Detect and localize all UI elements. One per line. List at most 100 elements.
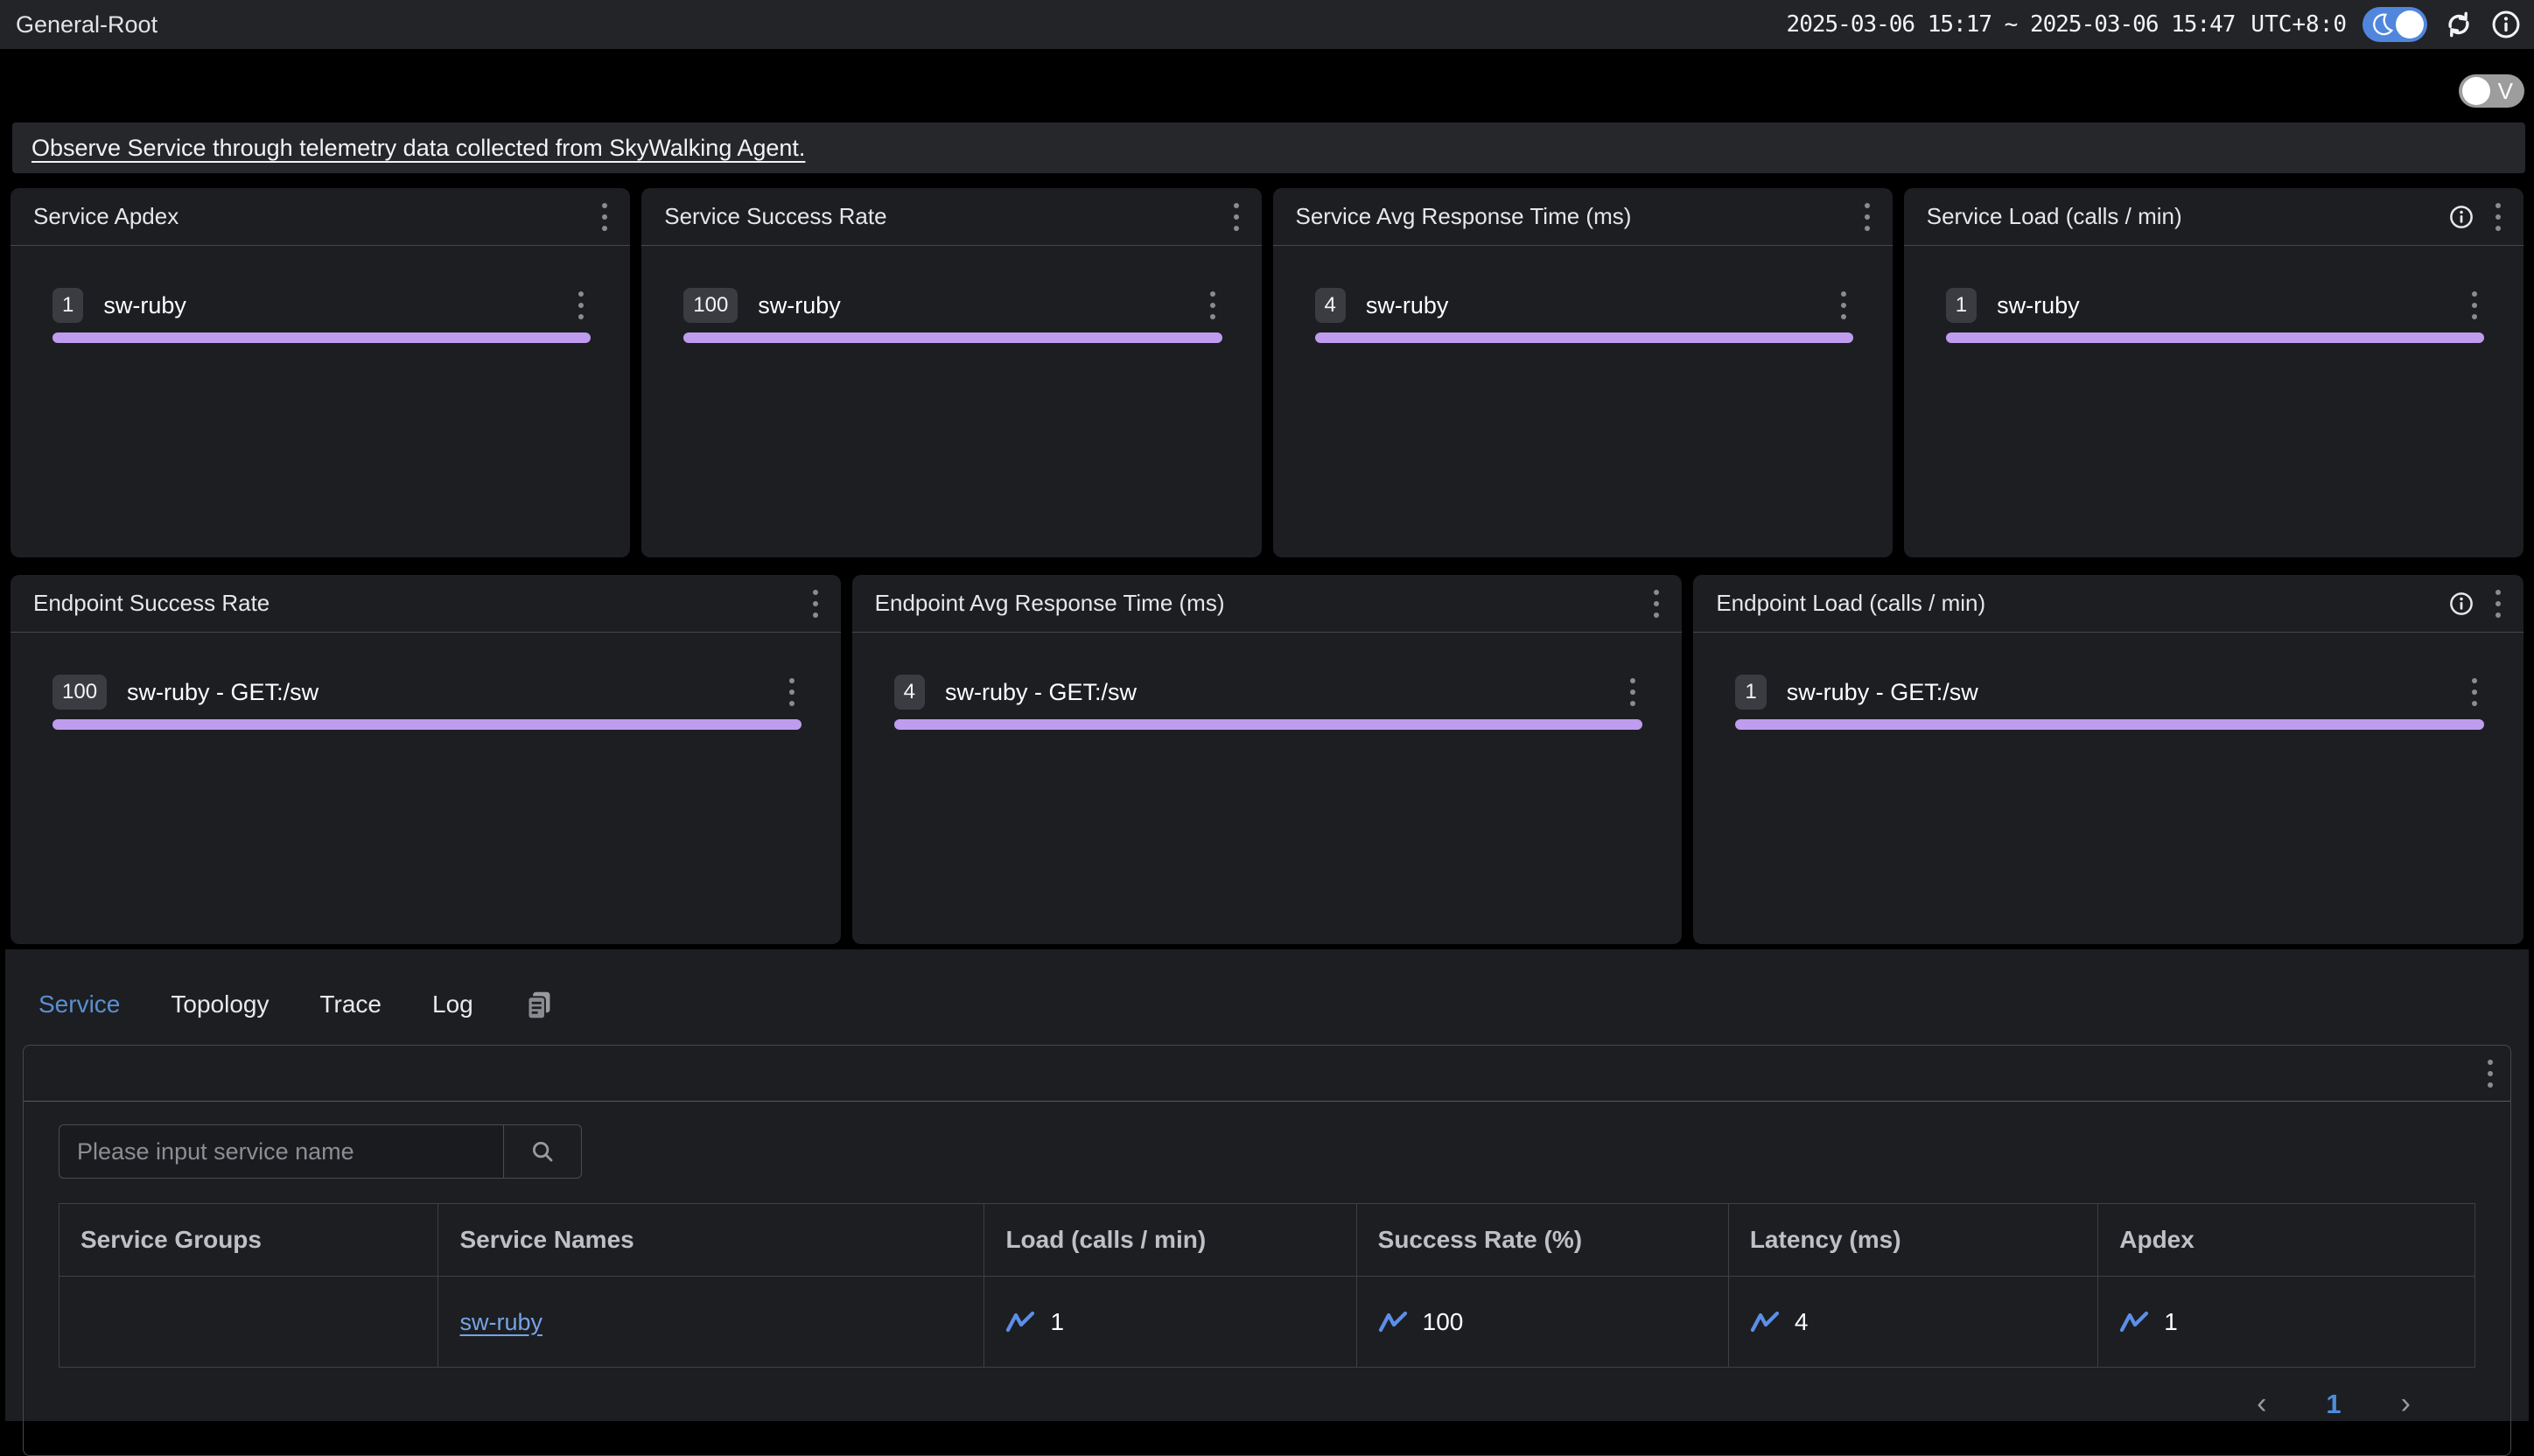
tab-topology[interactable]: Topology: [171, 990, 269, 1018]
metric-label: sw-ruby - GET:/sw: [945, 679, 1627, 706]
service-cards-row: Service Apdex 1 sw-ruby Service Success …: [10, 188, 2524, 557]
kebab-menu-icon[interactable]: [1627, 673, 1639, 711]
sparkline-icon: [1750, 1310, 1780, 1334]
service-table-panel: Service Groups Service Names Load (calls…: [23, 1045, 2511, 1456]
header-band: V: [0, 49, 2534, 122]
service-name-link[interactable]: sw-ruby: [459, 1309, 542, 1335]
tab-service[interactable]: Service: [38, 990, 120, 1018]
kebab-menu-icon[interactable]: [2492, 584, 2504, 623]
card-title: Endpoint Avg Response Time (ms): [875, 590, 1225, 617]
column-success-rate: Success Rate (%): [1356, 1204, 1728, 1277]
info-icon[interactable]: [2490, 9, 2522, 40]
tab-bar: Service Topology Trace Log: [5, 949, 2529, 1033]
kebab-menu-icon[interactable]: [2468, 673, 2481, 711]
metric-bar: [1946, 332, 2484, 343]
metric-bar: [1735, 719, 2484, 730]
card-title: Endpoint Load (calls / min): [1716, 590, 1985, 617]
card-service-success-rate: Service Success Rate 100 sw-ruby: [641, 188, 1261, 557]
column-service-groups: Service Groups: [60, 1204, 438, 1277]
card-title: Service Avg Response Time (ms): [1296, 203, 1632, 230]
pagination: ‹ 1 ›: [59, 1368, 2475, 1421]
card-title: Endpoint Success Rate: [33, 590, 270, 617]
metric-value-badge: 4: [894, 675, 925, 710]
kebab-menu-icon[interactable]: [786, 673, 798, 711]
metric-bar: [894, 719, 1643, 730]
card-service-avg-response-time: Service Avg Response Time (ms) 4 sw-ruby: [1273, 188, 1893, 557]
metric-bar: [52, 719, 802, 730]
cell-latency-value: 4: [1795, 1308, 1809, 1336]
column-apdex: Apdex: [2098, 1204, 2475, 1277]
card-title: Service Load (calls / min): [1927, 203, 2182, 230]
column-load: Load (calls / min): [984, 1204, 1356, 1277]
kebab-menu-icon[interactable]: [1838, 286, 1850, 325]
kebab-menu-icon[interactable]: [1650, 584, 1662, 623]
timezone-label: UTC+8:0: [2250, 11, 2347, 38]
card-endpoint-avg-response-time: Endpoint Avg Response Time (ms) 4 sw-rub…: [852, 575, 1683, 944]
dashboard-title: General-Root: [16, 11, 158, 38]
tab-log[interactable]: Log: [432, 990, 473, 1018]
time-range-picker[interactable]: 2025-03-06 15:17 ~ 2025-03-06 15:47: [1787, 11, 2236, 38]
metric-bar: [683, 332, 1222, 343]
endpoint-cards-row: Endpoint Success Rate 100 sw-ruby - GET:…: [10, 575, 2524, 944]
refresh-icon[interactable]: [2443, 9, 2474, 40]
pagination-current-page[interactable]: 1: [2326, 1389, 2341, 1420]
sparkline-icon: [1378, 1310, 1408, 1334]
card-service-load: Service Load (calls / min) 1 sw-ruby: [1904, 188, 2524, 557]
card-title: Service Apdex: [33, 203, 178, 230]
column-service-names: Service Names: [438, 1204, 984, 1277]
kebab-menu-icon[interactable]: [2484, 1054, 2496, 1093]
service-table: Service Groups Service Names Load (calls…: [59, 1203, 2475, 1368]
cell-service-group: [60, 1277, 438, 1368]
copy-dashboard-icon[interactable]: [524, 990, 554, 1021]
search-icon: [529, 1138, 556, 1165]
cell-load-value: 1: [1050, 1308, 1064, 1336]
kebab-menu-icon[interactable]: [598, 198, 611, 236]
kebab-menu-icon[interactable]: [2468, 286, 2481, 325]
pagination-next-icon[interactable]: ›: [2401, 1387, 2411, 1421]
metric-label: sw-ruby: [1366, 292, 1838, 319]
search-button[interactable]: [503, 1124, 582, 1179]
card-service-apdex: Service Apdex 1 sw-ruby: [10, 188, 630, 557]
metric-value-badge: 100: [52, 675, 107, 710]
pagination-prev-icon[interactable]: ‹: [2257, 1387, 2266, 1421]
dark-mode-toggle[interactable]: [2362, 7, 2427, 42]
metric-value-badge: 1: [52, 288, 83, 323]
metric-value-badge: 1: [1735, 675, 1766, 710]
metric-label: sw-ruby - GET:/sw: [1787, 679, 2468, 706]
sparkline-icon: [2119, 1310, 2149, 1334]
toggle-knob: [2462, 77, 2490, 105]
version-toggle-label: V: [2498, 78, 2513, 105]
top-bar: General-Root 2025-03-06 15:17 ~ 2025-03-…: [0, 0, 2534, 49]
metric-value-badge: 100: [683, 288, 738, 323]
table-header-row: Service Groups Service Names Load (calls…: [60, 1204, 2475, 1277]
kebab-menu-icon[interactable]: [1861, 198, 1873, 236]
kebab-menu-icon[interactable]: [575, 286, 587, 325]
metric-bar: [52, 332, 591, 343]
metric-label: sw-ruby: [103, 292, 575, 319]
dashboard-description-link[interactable]: Observe Service through telemetry data c…: [32, 135, 805, 162]
version-toggle[interactable]: V: [2459, 74, 2524, 108]
tab-trace[interactable]: Trace: [319, 990, 382, 1018]
card-title: Service Success Rate: [664, 203, 886, 230]
table-row: sw-ruby 1: [60, 1277, 2475, 1368]
kebab-menu-icon[interactable]: [809, 584, 822, 623]
dashboard-description-banner: Observe Service through telemetry data c…: [12, 122, 2525, 173]
service-search-input[interactable]: [59, 1124, 503, 1179]
info-icon[interactable]: [2448, 204, 2474, 230]
metric-label: sw-ruby: [1997, 292, 2468, 319]
service-list-widget: Service Topology Trace Log: [5, 949, 2529, 1421]
card-endpoint-success-rate: Endpoint Success Rate 100 sw-ruby - GET:…: [10, 575, 841, 944]
sparkline-icon: [1005, 1310, 1035, 1334]
cell-success-rate-value: 100: [1423, 1308, 1464, 1336]
cell-apdex-value: 1: [2164, 1308, 2178, 1336]
card-endpoint-load: Endpoint Load (calls / min) 1 sw-ruby - …: [1693, 575, 2524, 944]
moon-icon: [2369, 11, 2395, 42]
info-icon[interactable]: [2448, 591, 2474, 617]
kebab-menu-icon[interactable]: [1230, 198, 1242, 236]
kebab-menu-icon[interactable]: [1207, 286, 1219, 325]
panel-toolbar: [24, 1046, 2510, 1102]
metric-bar: [1315, 332, 1853, 343]
toggle-knob: [2396, 10, 2424, 38]
metric-label: sw-ruby - GET:/sw: [127, 679, 786, 706]
kebab-menu-icon[interactable]: [2492, 198, 2504, 236]
